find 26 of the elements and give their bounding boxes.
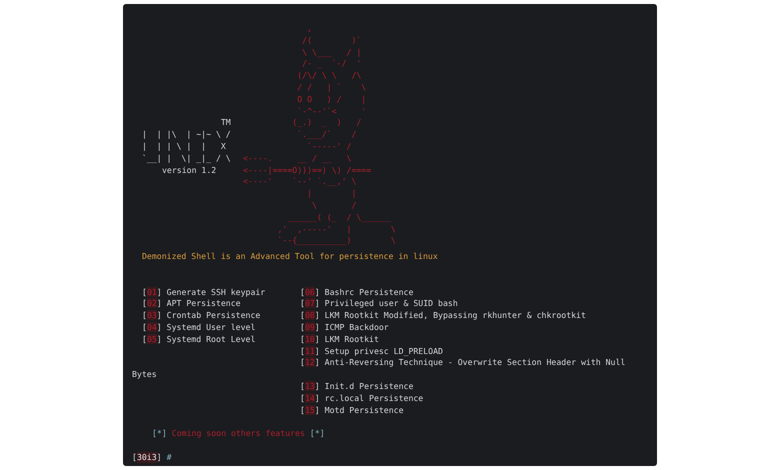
wrapped-text: Bytes [132, 369, 158, 381]
menu-option: [08] LKM Rootkit Modified, Bypassing rkhunter & chkrootkit [300, 310, 626, 322]
menu-option: [15] Motd Persistence [300, 404, 657, 416]
menu-option: [09] ICMP Backdoor [300, 322, 626, 334]
menu-option: [04] Systemd User level [142, 322, 300, 334]
notice-text: Coming soon others features [172, 428, 305, 440]
menu-option: [02] APT Persistence [142, 298, 300, 310]
prompt-bracket: [ [132, 452, 137, 464]
status-marker: [*] [152, 428, 167, 440]
menu-option: [07] Privileged user & SUID bash [300, 298, 626, 310]
menu-option: [06] Bashrc Persistence [300, 286, 626, 298]
menu-option: [05] Systemd Root Level [142, 334, 300, 346]
tagline: Demonized Shell is an Advanced Tool for persistence in linux [141, 251, 439, 263]
menu-option: [13] Init.d Persistence [300, 380, 657, 393]
prompt-host: 30i3 [136, 452, 157, 464]
menu-option: [11] Setup privesc LD_PRELOAD [300, 346, 626, 358]
menu-option: [14] rc.local Persistence [300, 392, 657, 404]
menu-option: [01] Generate SSH keypair [142, 286, 300, 298]
prompt-bracket: ] [156, 452, 162, 464]
version-label: version 1.2 [161, 164, 218, 176]
status-marker: [*] [310, 428, 325, 440]
demon-ascii-art: , /( )` \ \___ / | /- _ `-/ ' (/\/ \ \ /\ / / | ` \ O O ) / | `-^--'`< ' (_.) _ ) / `.___/` / `-----' / <----. __ / __ \ <----|====O)))==) \) /==== <----' `--' `.__,' \ | | \ / ______( (_ / \______ ,' ,-----' | \ `--{__________) \ [243, 23, 396, 248]
prompt-symbol: # [166, 452, 172, 464]
menu-option: [03] Crontab Persistence [142, 310, 300, 322]
menu-option: [10] LKM Rootkit [300, 334, 626, 346]
menu-option: [12] Anti-Reversing Technique - Overwrite Section Header with Null [300, 357, 626, 370]
